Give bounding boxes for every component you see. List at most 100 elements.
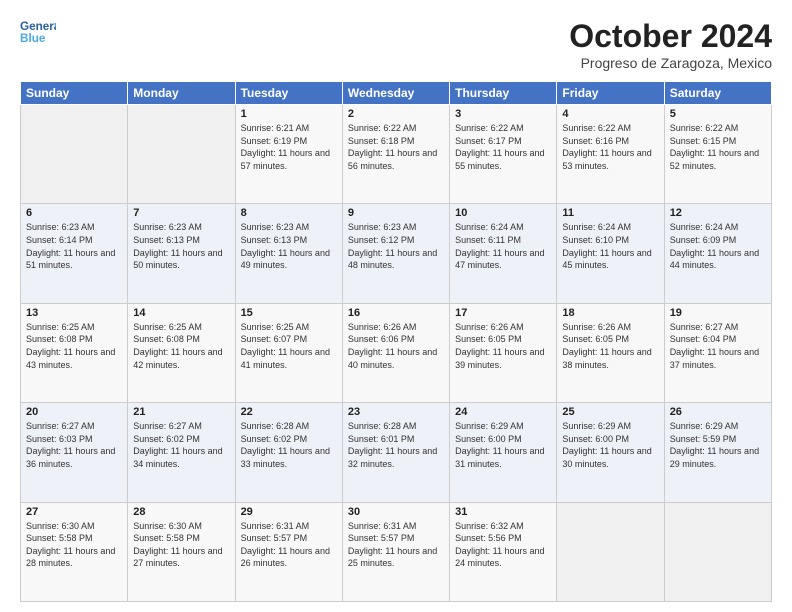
day-number: 17 <box>455 307 551 319</box>
day-number: 11 <box>562 207 658 219</box>
day-number: 3 <box>455 108 551 120</box>
calendar-cell: 26 Sunrise: 6:29 AMSunset: 5:59 PMDaylig… <box>664 403 771 502</box>
day-info: Sunrise: 6:31 AMSunset: 5:57 PMDaylight:… <box>348 521 437 569</box>
calendar-cell: 12 Sunrise: 6:24 AMSunset: 6:09 PMDaylig… <box>664 204 771 303</box>
day-info: Sunrise: 6:23 AMSunset: 6:13 PMDaylight:… <box>241 222 330 270</box>
day-info: Sunrise: 6:23 AMSunset: 6:12 PMDaylight:… <box>348 222 437 270</box>
day-info: Sunrise: 6:24 AMSunset: 6:11 PMDaylight:… <box>455 222 544 270</box>
day-number: 1 <box>241 108 337 120</box>
day-number: 20 <box>26 406 122 418</box>
calendar-cell: 20 Sunrise: 6:27 AMSunset: 6:03 PMDaylig… <box>21 403 128 502</box>
calendar-cell: 8 Sunrise: 6:23 AMSunset: 6:13 PMDayligh… <box>235 204 342 303</box>
location: Progreso de Zaragoza, Mexico <box>569 55 772 71</box>
calendar-cell: 29 Sunrise: 6:31 AMSunset: 5:57 PMDaylig… <box>235 502 342 601</box>
calendar-cell <box>664 502 771 601</box>
month-title: October 2024 <box>569 18 772 55</box>
calendar-header: Sunday Monday Tuesday Wednesday Thursday… <box>21 82 772 105</box>
calendar-cell: 14 Sunrise: 6:25 AMSunset: 6:08 PMDaylig… <box>128 303 235 402</box>
day-info: Sunrise: 6:25 AMSunset: 6:08 PMDaylight:… <box>133 322 222 370</box>
calendar-cell: 16 Sunrise: 6:26 AMSunset: 6:06 PMDaylig… <box>342 303 449 402</box>
day-info: Sunrise: 6:32 AMSunset: 5:56 PMDaylight:… <box>455 521 544 569</box>
day-info: Sunrise: 6:30 AMSunset: 5:58 PMDaylight:… <box>26 521 115 569</box>
calendar-cell: 2 Sunrise: 6:22 AMSunset: 6:18 PMDayligh… <box>342 105 449 204</box>
col-sunday: Sunday <box>21 82 128 105</box>
day-number: 4 <box>562 108 658 120</box>
calendar-week-2: 6 Sunrise: 6:23 AMSunset: 6:14 PMDayligh… <box>21 204 772 303</box>
day-info: Sunrise: 6:22 AMSunset: 6:17 PMDaylight:… <box>455 123 544 171</box>
day-number: 23 <box>348 406 444 418</box>
day-info: Sunrise: 6:29 AMSunset: 5:59 PMDaylight:… <box>670 421 759 469</box>
day-number: 9 <box>348 207 444 219</box>
calendar-cell: 5 Sunrise: 6:22 AMSunset: 6:15 PMDayligh… <box>664 105 771 204</box>
day-number: 26 <box>670 406 766 418</box>
day-number: 30 <box>348 506 444 518</box>
day-info: Sunrise: 6:24 AMSunset: 6:09 PMDaylight:… <box>670 222 759 270</box>
day-number: 27 <box>26 506 122 518</box>
day-info: Sunrise: 6:26 AMSunset: 6:06 PMDaylight:… <box>348 322 437 370</box>
calendar-cell <box>128 105 235 204</box>
col-wednesday: Wednesday <box>342 82 449 105</box>
col-saturday: Saturday <box>664 82 771 105</box>
calendar-cell: 21 Sunrise: 6:27 AMSunset: 6:02 PMDaylig… <box>128 403 235 502</box>
calendar-cell: 11 Sunrise: 6:24 AMSunset: 6:10 PMDaylig… <box>557 204 664 303</box>
day-info: Sunrise: 6:28 AMSunset: 6:02 PMDaylight:… <box>241 421 330 469</box>
page: General Blue October 2024 Progreso de Za… <box>0 0 792 612</box>
day-number: 5 <box>670 108 766 120</box>
day-info: Sunrise: 6:21 AMSunset: 6:19 PMDaylight:… <box>241 123 330 171</box>
calendar-cell: 9 Sunrise: 6:23 AMSunset: 6:12 PMDayligh… <box>342 204 449 303</box>
col-thursday: Thursday <box>450 82 557 105</box>
calendar-cell: 24 Sunrise: 6:29 AMSunset: 6:00 PMDaylig… <box>450 403 557 502</box>
calendar-body: 1 Sunrise: 6:21 AMSunset: 6:19 PMDayligh… <box>21 105 772 602</box>
day-info: Sunrise: 6:23 AMSunset: 6:14 PMDaylight:… <box>26 222 115 270</box>
calendar-week-4: 20 Sunrise: 6:27 AMSunset: 6:03 PMDaylig… <box>21 403 772 502</box>
calendar-cell: 28 Sunrise: 6:30 AMSunset: 5:58 PMDaylig… <box>128 502 235 601</box>
day-number: 25 <box>562 406 658 418</box>
day-info: Sunrise: 6:22 AMSunset: 6:15 PMDaylight:… <box>670 123 759 171</box>
day-number: 14 <box>133 307 229 319</box>
day-info: Sunrise: 6:27 AMSunset: 6:02 PMDaylight:… <box>133 421 222 469</box>
day-info: Sunrise: 6:26 AMSunset: 6:05 PMDaylight:… <box>562 322 651 370</box>
day-number: 6 <box>26 207 122 219</box>
calendar-cell: 23 Sunrise: 6:28 AMSunset: 6:01 PMDaylig… <box>342 403 449 502</box>
day-info: Sunrise: 6:24 AMSunset: 6:10 PMDaylight:… <box>562 222 651 270</box>
day-info: Sunrise: 6:29 AMSunset: 6:00 PMDaylight:… <box>562 421 651 469</box>
day-info: Sunrise: 6:25 AMSunset: 6:08 PMDaylight:… <box>26 322 115 370</box>
day-info: Sunrise: 6:30 AMSunset: 5:58 PMDaylight:… <box>133 521 222 569</box>
day-number: 10 <box>455 207 551 219</box>
logo: General Blue <box>20 18 56 46</box>
day-number: 8 <box>241 207 337 219</box>
calendar-cell <box>21 105 128 204</box>
day-number: 29 <box>241 506 337 518</box>
calendar-cell: 31 Sunrise: 6:32 AMSunset: 5:56 PMDaylig… <box>450 502 557 601</box>
calendar-week-5: 27 Sunrise: 6:30 AMSunset: 5:58 PMDaylig… <box>21 502 772 601</box>
col-friday: Friday <box>557 82 664 105</box>
day-number: 21 <box>133 406 229 418</box>
col-tuesday: Tuesday <box>235 82 342 105</box>
day-info: Sunrise: 6:26 AMSunset: 6:05 PMDaylight:… <box>455 322 544 370</box>
calendar-cell: 1 Sunrise: 6:21 AMSunset: 6:19 PMDayligh… <box>235 105 342 204</box>
day-number: 31 <box>455 506 551 518</box>
calendar-cell: 18 Sunrise: 6:26 AMSunset: 6:05 PMDaylig… <box>557 303 664 402</box>
calendar-cell: 19 Sunrise: 6:27 AMSunset: 6:04 PMDaylig… <box>664 303 771 402</box>
calendar-cell: 17 Sunrise: 6:26 AMSunset: 6:05 PMDaylig… <box>450 303 557 402</box>
day-info: Sunrise: 6:28 AMSunset: 6:01 PMDaylight:… <box>348 421 437 469</box>
calendar-cell: 13 Sunrise: 6:25 AMSunset: 6:08 PMDaylig… <box>21 303 128 402</box>
day-number: 2 <box>348 108 444 120</box>
day-info: Sunrise: 6:22 AMSunset: 6:16 PMDaylight:… <box>562 123 651 171</box>
calendar-cell: 15 Sunrise: 6:25 AMSunset: 6:07 PMDaylig… <box>235 303 342 402</box>
title-block: October 2024 Progreso de Zaragoza, Mexic… <box>569 18 772 71</box>
calendar-cell: 6 Sunrise: 6:23 AMSunset: 6:14 PMDayligh… <box>21 204 128 303</box>
calendar-cell <box>557 502 664 601</box>
calendar-cell: 10 Sunrise: 6:24 AMSunset: 6:11 PMDaylig… <box>450 204 557 303</box>
day-number: 19 <box>670 307 766 319</box>
day-info: Sunrise: 6:23 AMSunset: 6:13 PMDaylight:… <box>133 222 222 270</box>
calendar-cell: 4 Sunrise: 6:22 AMSunset: 6:16 PMDayligh… <box>557 105 664 204</box>
col-monday: Monday <box>128 82 235 105</box>
header-row: Sunday Monday Tuesday Wednesday Thursday… <box>21 82 772 105</box>
day-info: Sunrise: 6:25 AMSunset: 6:07 PMDaylight:… <box>241 322 330 370</box>
day-number: 24 <box>455 406 551 418</box>
calendar-week-1: 1 Sunrise: 6:21 AMSunset: 6:19 PMDayligh… <box>21 105 772 204</box>
calendar-cell: 27 Sunrise: 6:30 AMSunset: 5:58 PMDaylig… <box>21 502 128 601</box>
day-number: 22 <box>241 406 337 418</box>
calendar-cell: 3 Sunrise: 6:22 AMSunset: 6:17 PMDayligh… <box>450 105 557 204</box>
